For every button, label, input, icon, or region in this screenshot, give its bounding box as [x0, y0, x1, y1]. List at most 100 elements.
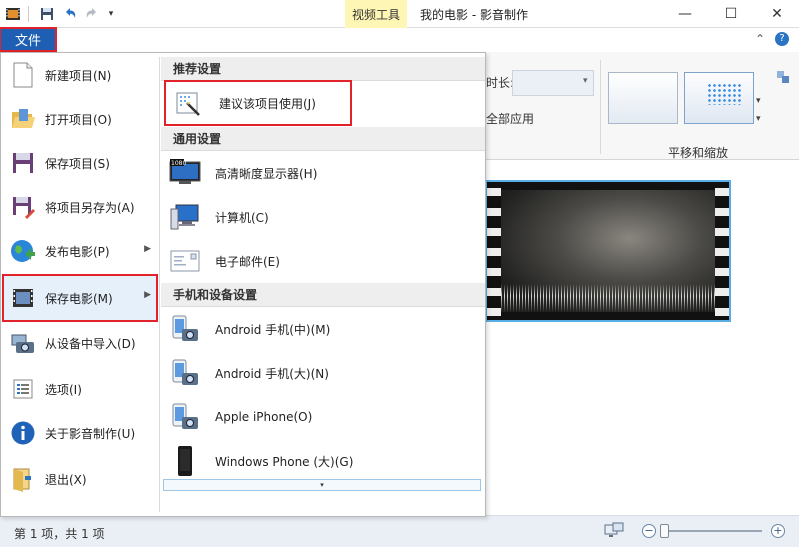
options-list-icon [9, 375, 37, 403]
file-tab[interactable]: 文件 [0, 27, 57, 52]
new-project-label: 新建项目(N) [45, 68, 112, 83]
windows-phone-label: Windows Phone (大)(G) [215, 454, 354, 469]
open-project-item[interactable]: 打开项目(O) [3, 97, 157, 141]
ribbon-tab-row [0, 28, 799, 52]
apple-iphone-item[interactable]: Apple iPhone(O) [161, 395, 485, 439]
section-header-recommended: 推荐设置 [161, 57, 485, 81]
globe-publish-icon [9, 237, 37, 265]
info-icon [9, 419, 37, 447]
duration-label: 时长: [486, 76, 515, 90]
aspect-ratio-icon[interactable] [604, 522, 624, 540]
publish-movie-label: 发布电影(P) [45, 244, 110, 259]
pan-zoom-none-thumbnail[interactable] [608, 72, 678, 124]
save-icon[interactable] [38, 5, 56, 23]
redo-icon[interactable] [83, 5, 101, 23]
section-header-devices: 手机和设备设置 [161, 283, 485, 307]
save-project-label: 保存项目(S) [45, 156, 110, 171]
maximize-button[interactable]: ☐ [708, 0, 754, 28]
save-movie-submenu: 推荐设置 建议该项目使用(J) 通用设置 1080 高清晰度显示器(H) 计算机… [161, 53, 485, 516]
save-movie-label: 保存电影(M) [45, 291, 113, 306]
save-project-as-item[interactable]: 将项目另存为(A) [3, 185, 157, 229]
zoom-in-button[interactable]: + [771, 524, 785, 538]
android-large-item[interactable]: Android 手机(大)(N) [161, 351, 485, 395]
recommended-for-project-label: 建议该项目使用(J) [219, 96, 316, 111]
save-project-item[interactable]: 保存项目(S) [3, 141, 157, 185]
close-button[interactable]: ✕ [754, 0, 799, 28]
collapse-ribbon-icon[interactable]: ⌃ [755, 32, 765, 46]
save-project-as-label: 将项目另存为(A) [45, 200, 135, 215]
video-clip-thumbnail[interactable] [485, 180, 731, 322]
email-icon [169, 245, 201, 277]
hd-display-item[interactable]: 1080 高清晰度显示器(H) [161, 151, 485, 195]
exit-label: 退出(X) [45, 472, 87, 487]
email-item[interactable]: 电子邮件(E) [161, 239, 485, 283]
customize-qat-icon[interactable]: ▾ [102, 5, 120, 23]
undo-icon[interactable] [61, 5, 79, 23]
duration-input[interactable] [512, 70, 594, 96]
duration-dropdown-icon[interactable]: ▾ [583, 76, 588, 86]
new-project-item[interactable]: 新建项目(N) [3, 53, 157, 97]
file-menu-commands: 新建项目(N) 打开项目(O) 保存项目(S) 将项目另存为(A) 发布电影(P [1, 53, 159, 516]
about-label: 关于影音制作(U) [45, 426, 136, 441]
gallery-expand-icon[interactable]: ▾ [756, 114, 761, 124]
ribbon-right-controls: ⌃ ? [755, 32, 789, 46]
exit-item[interactable]: 退出(X) [3, 457, 157, 501]
hd-badge: 1080 [171, 160, 186, 167]
zoom-slider-thumb[interactable] [660, 524, 669, 538]
more-options-scroll-button[interactable]: ▾ [163, 479, 481, 491]
open-project-label: 打开项目(O) [45, 112, 112, 127]
save-disk-icon [9, 149, 37, 177]
file-menu: 新建项目(N) 打开项目(O) 保存项目(S) 将项目另存为(A) 发布电影(P [0, 52, 486, 517]
import-from-device-label: 从设备中导入(D) [45, 336, 136, 351]
pan-zoom-group-label: 平移和缩放 [668, 146, 729, 160]
apply-all-button[interactable]: 全部应用 [486, 110, 534, 127]
ribbon-divider [600, 60, 601, 154]
help-icon[interactable]: ? [775, 32, 789, 46]
minimize-button[interactable]: — [662, 0, 708, 28]
android-large-label: Android 手机(大)(N) [215, 366, 329, 381]
window-title: 我的电影 - 影音制作 [420, 8, 528, 22]
pan-zoom-options-icon[interactable] [776, 70, 790, 87]
zoom-slider-track[interactable] [660, 530, 762, 532]
android-medium-item[interactable]: Android 手机(中)(M) [161, 307, 485, 351]
zoom-out-button[interactable]: − [642, 524, 656, 538]
gallery-scroll-icon[interactable]: ▾ [756, 96, 761, 106]
film-strip-right [715, 182, 729, 320]
options-item[interactable]: 选项(I) [3, 367, 157, 411]
film-strip-left [487, 182, 501, 320]
app-film-icon [4, 5, 22, 23]
video-tools-context-tab: 视频工具 [345, 0, 407, 28]
apple-iphone-label: Apple iPhone(O) [215, 410, 313, 424]
camera-import-icon [9, 329, 37, 357]
new-document-icon [9, 61, 37, 89]
qat-divider [28, 6, 29, 22]
exit-door-icon [9, 465, 37, 493]
hd-monitor-icon: 1080 [169, 157, 201, 189]
publish-movie-item[interactable]: 发布电影(P) ▶ [3, 229, 157, 273]
recommended-wand-icon [173, 87, 205, 119]
android-phone-icon [169, 313, 201, 345]
email-label: 电子邮件(E) [215, 254, 280, 269]
pan-zoom-auto-thumbnail[interactable] [684, 72, 754, 124]
film-save-icon [9, 284, 37, 312]
android-medium-label: Android 手机(中)(M) [215, 322, 331, 337]
recommended-for-project-item[interactable]: 建议该项目使用(J) [164, 80, 352, 126]
title-bar: ▾ 视频工具 我的电影 - 影音制作 — ☐ ✕ [0, 0, 799, 28]
save-movie-item[interactable]: 保存电影(M) ▶ [2, 274, 158, 322]
computer-icon [169, 201, 201, 233]
about-item[interactable]: 关于影音制作(U) [3, 411, 157, 455]
computer-item[interactable]: 计算机(C) [161, 195, 485, 239]
iphone-icon [169, 401, 201, 433]
computer-label: 计算机(C) [215, 210, 269, 225]
import-from-device-item[interactable]: 从设备中导入(D) [3, 321, 157, 365]
menu-column-divider [159, 57, 160, 512]
item-count-status: 第 1 项，共 1 项 [14, 527, 105, 541]
windows-phone-icon [169, 445, 201, 477]
status-bar: 第 1 项，共 1 项 − + [0, 515, 799, 547]
open-folder-icon [9, 105, 37, 133]
options-label: 选项(I) [45, 382, 82, 397]
windows-phone-item[interactable]: Windows Phone (大)(G) [161, 439, 485, 483]
submenu-arrow-icon: ▶ [144, 244, 151, 254]
submenu-arrow-icon: ▶ [144, 290, 151, 300]
audio-waveform [501, 272, 715, 312]
